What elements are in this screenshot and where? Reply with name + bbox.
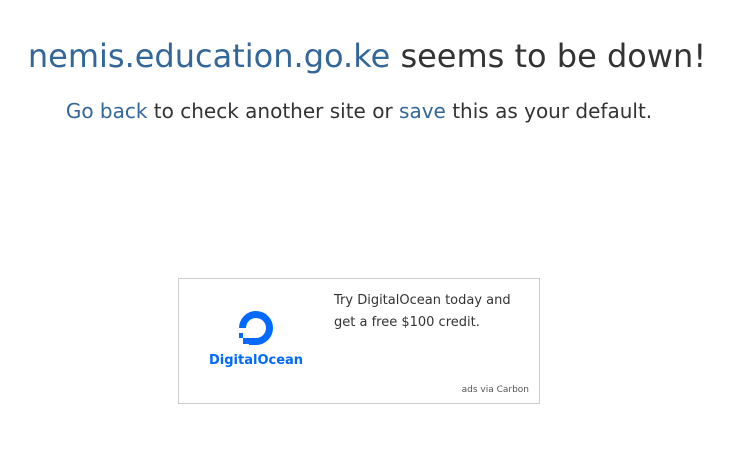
ad-brand-name: DigitalOcean — [209, 353, 304, 368]
status-text: seems to be down! — [390, 37, 707, 75]
page: nemis.education.go.ke seems to be down! … — [0, 0, 734, 465]
instruction-line: Go back to check another site or save th… — [0, 97, 718, 125]
site-domain-link[interactable]: nemis.education.go.ke — [28, 37, 390, 75]
save-default-link[interactable]: save — [399, 99, 446, 123]
go-back-link[interactable]: Go back — [66, 99, 148, 123]
page-title: nemis.education.go.ke seems to be down! — [0, 32, 734, 80]
ad-text-link[interactable]: Try DigitalOcean today and get a free $1… — [334, 290, 514, 334]
instruction-end-text: this as your default. — [445, 99, 653, 123]
instruction-middle-text: to check another site or — [147, 99, 400, 123]
digitalocean-logo-icon — [239, 311, 273, 345]
carbon-ad: DigitalOcean Try DigitalOcean today and … — [178, 278, 540, 404]
ads-via-carbon-link[interactable]: ads via Carbon — [462, 385, 529, 395]
ad-image-link[interactable]: DigitalOcean — [209, 307, 304, 377]
